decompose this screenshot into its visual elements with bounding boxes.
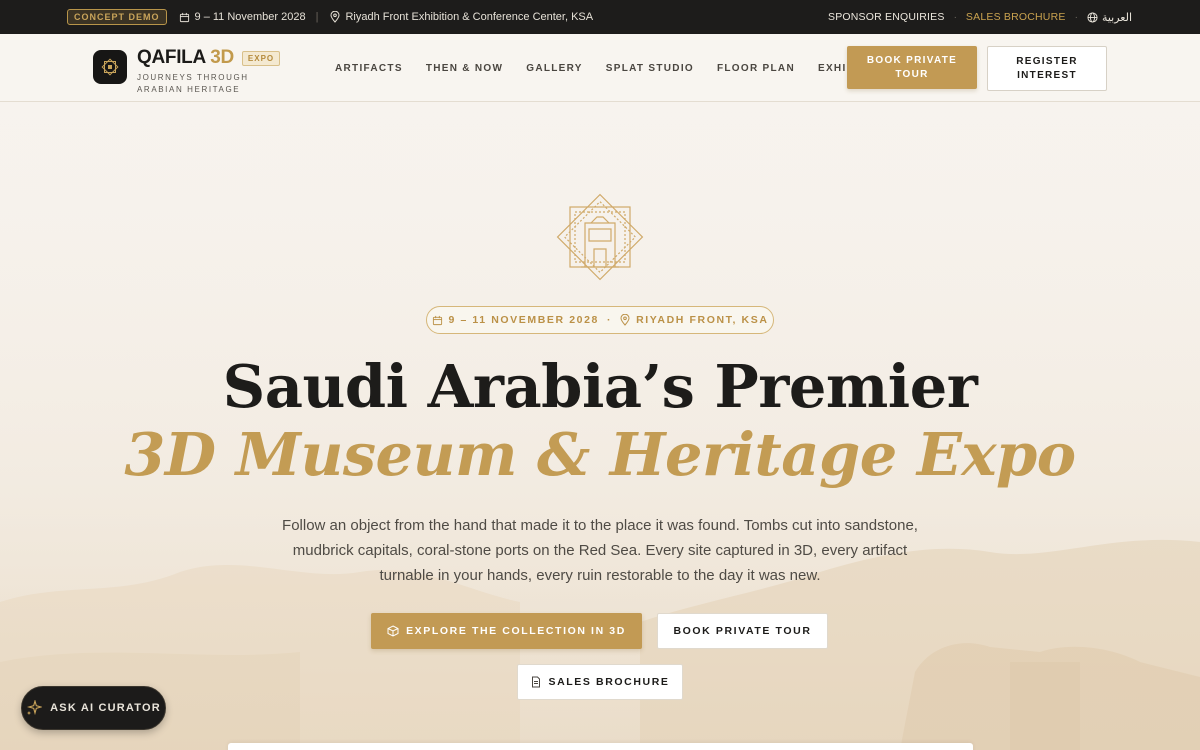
location-pin-icon bbox=[620, 314, 630, 326]
concept-demo-badge: CONCEPT DEMO bbox=[67, 9, 167, 25]
nav-floor-plan[interactable]: FLOOR PLAN bbox=[717, 63, 795, 74]
register-interest-button[interactable]: REGISTER INTEREST bbox=[987, 46, 1107, 91]
cube-icon bbox=[387, 625, 399, 637]
event-date: 9 – 11 November 2028 bbox=[179, 11, 306, 23]
explore-collection-button[interactable]: EXPLORE THE COLLECTION IN 3D bbox=[371, 613, 642, 649]
sponsor-enquiries-link[interactable]: SPONSOR ENQUIRIES bbox=[828, 11, 945, 23]
hero-title-line-2: 3D Museum & Heritage Expo bbox=[124, 420, 1076, 489]
main-nav: ARTIFACTS THEN & NOW GALLERY SPLAT STUDI… bbox=[335, 34, 915, 102]
event-venue: Riyadh Front Exhibition & Conference Cen… bbox=[330, 11, 593, 23]
heritage-emblem-icon bbox=[556, 193, 644, 281]
nav-artifacts[interactable]: ARTIFACTS bbox=[335, 63, 403, 74]
hero-title-line-1: Saudi Arabia’s Premier bbox=[222, 352, 978, 421]
hero-section: 9 – 11 NOVEMBER 2028 · RIYADH FRONT, KSA… bbox=[0, 102, 1200, 750]
calendar-icon bbox=[179, 12, 189, 22]
location-pin-icon bbox=[330, 11, 340, 23]
nav-gallery[interactable]: GALLERY bbox=[526, 63, 583, 74]
hero-book-private-tour-label: BOOK PRIVATE TOUR bbox=[673, 625, 812, 637]
nav-splat-studio[interactable]: SPLAT STUDIO bbox=[606, 63, 694, 74]
hero-sales-brochure-label: SALES BROCHURE bbox=[548, 676, 670, 688]
nav-then-and-now[interactable]: THEN & NOW bbox=[426, 63, 503, 74]
hero-lead-paragraph: Follow an object from the hand that made… bbox=[282, 517, 918, 584]
book-private-tour-label: BOOK PRIVATE TOUR bbox=[866, 54, 958, 80]
divider: | bbox=[315, 11, 319, 23]
language-switcher[interactable]: العربية bbox=[1087, 11, 1132, 24]
event-date-text: 9 – 11 November 2028 bbox=[194, 11, 306, 23]
event-venue-text: Riyadh Front Exhibition & Conference Cen… bbox=[345, 11, 594, 23]
document-icon bbox=[531, 676, 540, 688]
brand[interactable]: QAFILA 3D EXPO JOURNEYS THROUGH ARABIAN … bbox=[137, 47, 297, 96]
register-interest-label: REGISTER INTEREST bbox=[1016, 55, 1078, 81]
pill-location-text: RIYADH FRONT, KSA bbox=[636, 314, 769, 326]
pill-separator: · bbox=[606, 314, 613, 326]
brand-tagline: JOURNEYS THROUGH ARABIAN HERITAGE bbox=[137, 73, 249, 94]
separator-dot: · bbox=[953, 11, 957, 23]
logo[interactable] bbox=[93, 50, 127, 84]
language-label: العربية bbox=[1101, 11, 1132, 24]
content-card-top-edge bbox=[228, 743, 973, 750]
hero-book-private-tour-button[interactable]: BOOK PRIVATE TOUR bbox=[657, 613, 828, 649]
pill-date-text: 9 – 11 NOVEMBER 2028 bbox=[448, 314, 599, 326]
brand-name: QAFILA 3D bbox=[137, 47, 234, 69]
globe-icon bbox=[1087, 11, 1098, 23]
separator-dot: · bbox=[1074, 11, 1078, 23]
expo-badge: EXPO bbox=[241, 50, 281, 66]
hero-sales-brochure-button[interactable]: SALES BROCHURE bbox=[517, 664, 683, 700]
site-header: QAFILA 3D EXPO JOURNEYS THROUGH ARABIAN … bbox=[0, 34, 1200, 102]
ask-ai-curator-button[interactable]: ASK AI CURATOR bbox=[21, 686, 166, 730]
book-private-tour-button[interactable]: BOOK PRIVATE TOUR bbox=[847, 46, 977, 89]
ask-ai-curator-label: ASK AI CURATOR bbox=[50, 702, 161, 714]
sales-brochure-link[interactable]: SALES BROCHURE bbox=[966, 11, 1066, 23]
sparkle-icon bbox=[27, 700, 43, 716]
brand-name-text: QAFILA bbox=[137, 47, 206, 68]
explore-collection-label: EXPLORE THE COLLECTION IN 3D bbox=[406, 625, 626, 637]
event-date-pill: 9 – 11 NOVEMBER 2028 · RIYADH FRONT, KSA bbox=[426, 306, 774, 334]
star-emblem-icon bbox=[101, 58, 119, 76]
top-bar: CONCEPT DEMO 9 – 11 November 2028 | Riya… bbox=[0, 0, 1200, 34]
brand-3d: 3D bbox=[210, 47, 234, 68]
calendar-icon bbox=[432, 315, 442, 325]
